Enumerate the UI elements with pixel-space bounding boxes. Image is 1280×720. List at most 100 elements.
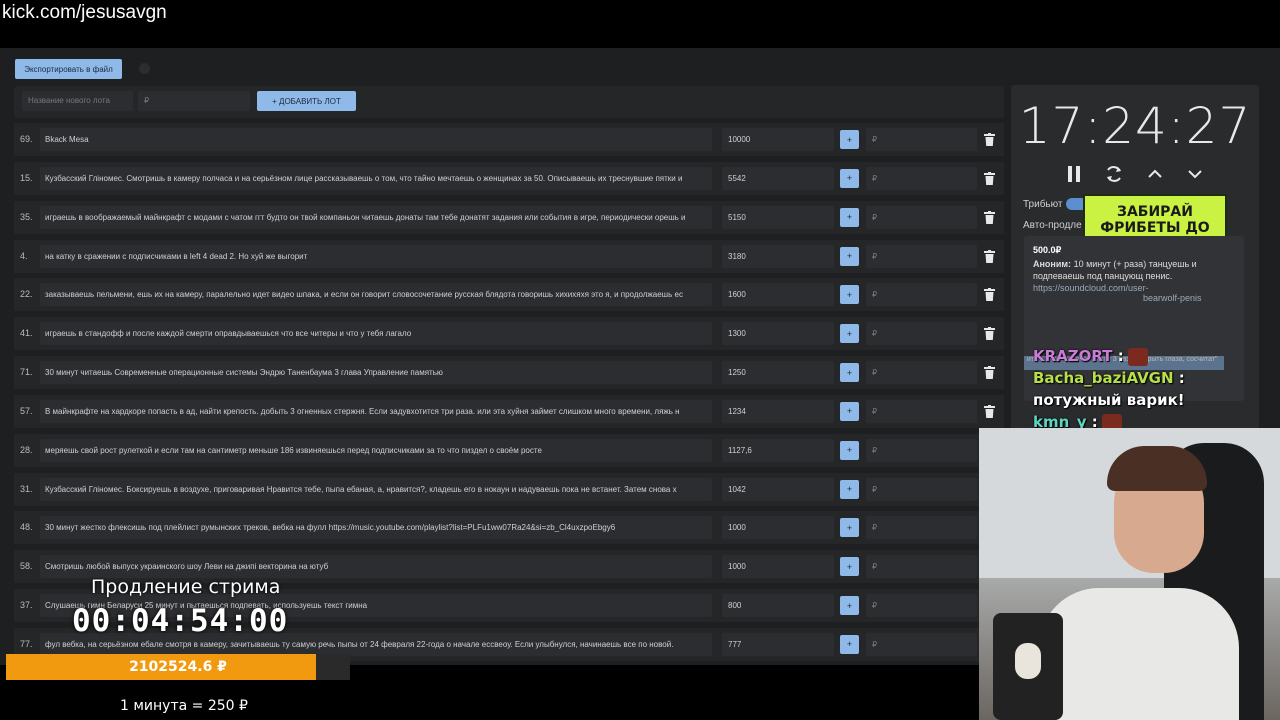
lot-number: 58. [20,561,33,572]
lot-amount-input[interactable]: 3180 [722,244,834,268]
trash-icon[interactable] [984,404,995,418]
add-amount-input[interactable]: ₽ [866,322,977,346]
lot-amount-input[interactable]: 5542 [722,166,834,190]
add-amount-input[interactable]: ₽ [866,516,977,540]
chat-separator: : [1173,369,1185,387]
trash-icon[interactable] [984,366,995,380]
donation-message: Аноним: 10 минут (+ раза) танцуешь и под… [1033,258,1238,282]
lot-name-input[interactable]: меряешь свой рост рулеткой и если там на… [40,438,712,462]
add-amount-button[interactable]: + [840,479,859,499]
webcam-feed [979,428,1280,720]
status-dot [139,63,150,74]
add-amount-button[interactable]: + [840,130,859,149]
lot-name-input[interactable]: Кузбасский Гліномес. Боксируешь в воздух… [40,477,712,501]
add-amount-input[interactable]: ₽ [866,632,977,656]
lot-name-input[interactable]: Кузбасский Гліномес. Смотришь в камеру п… [40,166,712,190]
add-amount-input[interactable]: ₽ [866,128,977,151]
add-amount-input[interactable]: ₽ [866,594,977,618]
lot-name-input[interactable]: заказываешь пельмени, ешь их на камеру, … [40,283,712,307]
new-lot-amount-input[interactable]: ₽ [138,91,250,111]
mic-logo-icon [1015,643,1041,679]
lot-number: 31. [20,483,33,494]
add-amount-button[interactable]: + [840,518,859,538]
chevron-down-icon[interactable] [1185,164,1205,184]
add-lot-bar: Название нового лота ₽ + ДОБАВИТЬ ЛОТ [14,86,1004,118]
timer-display: 17:24:27 [1018,97,1252,155]
add-amount-input[interactable]: ₽ [866,399,977,423]
add-amount-input[interactable]: ₽ [866,438,977,462]
browser-url[interactable]: kick.com/jesusavgn [2,0,167,26]
add-amount-button[interactable]: + [840,596,859,616]
lot-amount-input[interactable]: 1300 [722,322,834,346]
extension-countdown: 00:04:54:00 [72,603,289,639]
lot-number: 35. [20,211,33,222]
auto-extend-label: Авто-продле [1023,220,1082,231]
lot-amount-input[interactable]: 1000 [722,516,834,540]
lot-amount-input[interactable]: 1250 [722,361,834,385]
lot-row: 15. Кузбасский Гліномес. Смотришь в камер… [14,161,1004,195]
lot-amount-input[interactable]: 1127,6 [722,438,834,462]
lot-amount-input[interactable]: 1600 [722,283,834,307]
lot-row: 71. 30 минут читаешь Современные операцио… [14,356,1004,390]
add-amount-input[interactable]: ₽ [866,166,977,190]
add-amount-input[interactable]: ₽ [866,205,977,229]
add-amount-button[interactable]: + [840,207,859,227]
add-amount-input[interactable]: ₽ [866,555,977,579]
add-lot-button[interactable]: + ДОБАВИТЬ ЛОТ [257,91,356,111]
trash-icon[interactable] [984,210,995,224]
add-amount-button[interactable]: + [840,634,859,654]
add-amount-button[interactable]: + [840,363,859,383]
lot-number: 57. [20,405,33,416]
lot-name-input[interactable]: Смотришь любой выпуск украинского шоу Ле… [40,555,712,579]
lot-number: 48. [20,522,33,533]
add-amount-input[interactable]: ₽ [866,283,977,307]
new-lot-name-input[interactable]: Название нового лота [22,91,133,111]
lot-name-input[interactable]: Bkack Mesa [40,128,712,151]
lot-amount-input[interactable]: 10000 [722,128,834,151]
lot-amount-input[interactable]: 5150 [722,205,834,229]
trash-icon[interactable] [984,171,995,185]
lot-amount-input[interactable]: 777 [722,632,834,656]
add-amount-input[interactable]: ₽ [866,361,977,385]
add-amount-button[interactable]: + [840,401,859,421]
add-amount-button[interactable]: + [840,557,859,577]
chat-separator: : [1112,347,1124,365]
donation-link-url: https://soundcloud.com/user- [1033,283,1149,293]
trash-icon[interactable] [984,133,995,146]
lot-amount-input[interactable]: 1042 [722,477,834,501]
lot-name-input[interactable]: играешь в стандофф и после каждой смерти… [40,322,712,346]
lot-name-input[interactable]: играешь в воображаемый майнкрафт с модам… [40,205,712,229]
chat-overlay: KRAZORT : Bacha_baziAVGN : потужный вари… [1033,345,1273,433]
reset-icon[interactable] [1104,164,1124,184]
lot-amount-input[interactable]: 1234 [722,399,834,423]
lot-number: 22. [20,289,33,300]
donation-author: Аноним: [1033,259,1072,269]
add-amount-input[interactable]: ₽ [866,244,977,268]
chevron-up-icon[interactable] [1145,164,1165,184]
trash-icon[interactable] [984,249,995,263]
add-amount-button[interactable]: + [840,168,859,188]
trash-icon[interactable] [984,288,995,302]
trash-icon[interactable] [984,327,995,341]
lot-amount-input[interactable]: 1000 [722,555,834,579]
lot-name-input[interactable]: 30 минут читаешь Современные операционны… [40,361,712,385]
tribute-label: Трибьют [1023,199,1063,210]
export-button[interactable]: Экспортировать в файл [15,59,122,79]
emote-icon [1127,347,1148,366]
lot-amount-input[interactable]: 800 [722,594,834,618]
lot-name-input[interactable]: В майнкрафте на хардкоре попасть в ад, н… [40,399,712,423]
add-amount-button[interactable]: + [840,324,859,344]
lot-row: 69. Bkack Mesa 10000 + ₽ [14,123,1004,156]
lot-row: 57. В майнкрафте на хардкоре попасть в ад… [14,394,1004,428]
lot-row: 31. Кузбасский Гліномес. Боксируешь в воз… [14,472,1004,506]
add-amount-button[interactable]: + [840,440,859,460]
add-amount-button[interactable]: + [840,246,859,266]
lot-number: 4. [20,250,28,261]
chat-message: Bacha_baziAVGN : потужный варик! [1033,367,1273,411]
lot-number: 28. [20,444,33,455]
add-amount-input[interactable]: ₽ [866,477,977,501]
lot-name-input[interactable]: на катку в сражении с подписчиками в lef… [40,244,712,268]
lot-name-input[interactable]: 30 минут жестко флексишь под плейлист ру… [40,516,712,540]
pause-icon[interactable] [1064,164,1084,184]
add-amount-button[interactable]: + [840,285,859,305]
